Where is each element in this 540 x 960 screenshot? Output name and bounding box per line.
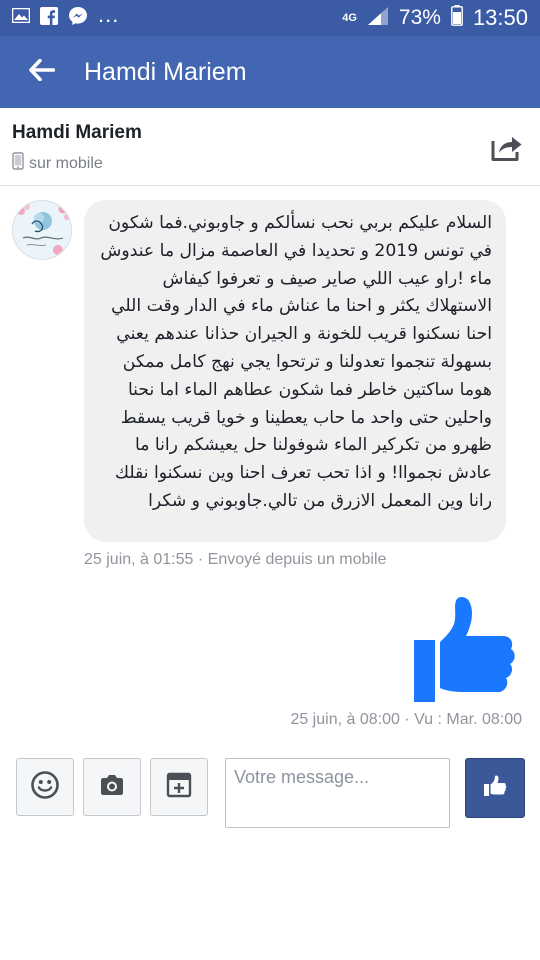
- send-like-button[interactable]: [465, 758, 525, 818]
- share-button[interactable]: [490, 132, 524, 162]
- back-button[interactable]: [0, 36, 84, 108]
- messenger-icon: [68, 6, 88, 31]
- sent-like[interactable]: [414, 596, 518, 702]
- sticker-icon: [166, 772, 192, 803]
- app-bar: Hamdi Mariem: [0, 36, 540, 108]
- incoming-message-meta: 25 juin, à 01:55 · Envoyé depuis un mobi…: [84, 551, 387, 568]
- conversation-header: Hamdi Mariem sur mobile: [0, 108, 540, 186]
- composer: [0, 756, 540, 830]
- thumbs-up-icon: [414, 597, 518, 706]
- conversation-name[interactable]: Hamdi Mariem: [12, 122, 528, 144]
- sticker-button[interactable]: [150, 758, 208, 816]
- arrow-left-icon: [29, 58, 56, 86]
- emoji-button[interactable]: [16, 758, 74, 816]
- smiley-icon: [30, 770, 60, 805]
- signal-icon: [367, 6, 389, 31]
- battery-icon: [451, 5, 463, 31]
- incoming-message-text: السلام عليكم بربي نحب نسألكم و جاوبوني.ف…: [100, 213, 492, 511]
- camera-icon: [99, 774, 125, 801]
- clock: 13:50: [472, 5, 528, 30]
- battery-percent: 73%: [398, 6, 441, 29]
- outgoing-message-meta: 25 juin, à 08:00 · Vu : Mar. 08:00: [290, 711, 522, 728]
- network-type: 4G: [342, 11, 357, 24]
- conversation-subtitle: sur mobile: [29, 154, 103, 172]
- mobile-phone-icon: [12, 152, 24, 175]
- app-bar-title: Hamdi Mariem: [84, 57, 247, 86]
- like-icon: [483, 774, 507, 802]
- contact-avatar[interactable]: [12, 200, 72, 260]
- status-bar-right: 4G 73% 13:50: [342, 5, 528, 31]
- message-input[interactable]: [225, 758, 450, 828]
- facebook-icon: [40, 6, 58, 30]
- incoming-message-bubble[interactable]: السلام عليكم بربي نحب نسألكم و جاوبوني.ف…: [84, 200, 506, 542]
- camera-button[interactable]: [83, 758, 141, 816]
- status-more-dots: ...: [98, 2, 120, 27]
- image-icon: [11, 7, 31, 28]
- conversation-status: sur mobile: [12, 152, 528, 175]
- share-icon: [490, 137, 524, 166]
- status-bar: ... 4G 73% 13:50: [0, 0, 540, 36]
- status-bar-left: ...: [11, 2, 119, 31]
